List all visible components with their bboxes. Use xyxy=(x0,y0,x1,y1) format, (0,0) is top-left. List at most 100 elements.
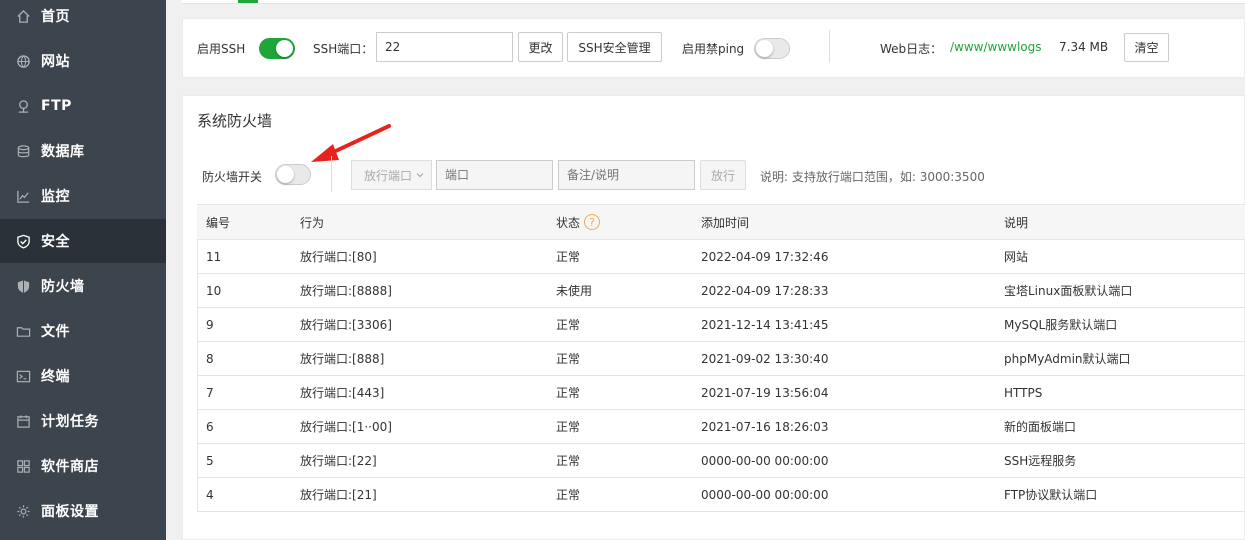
ssh-port-label: SSH端口： xyxy=(313,42,374,56)
globe-icon xyxy=(15,53,31,69)
weblog-path-link[interactable]: /www/wwwlogs xyxy=(950,40,1042,54)
cell-time: 2022-04-09 17:32:46 xyxy=(701,249,829,264)
note-input[interactable] xyxy=(558,160,695,190)
change-port-button[interactable]: 更改 xyxy=(518,32,563,62)
cell-id: 9 xyxy=(206,317,214,332)
cell-note: SSH远程服务 xyxy=(1004,454,1077,468)
weblog-size: 7.34 MB xyxy=(1059,40,1109,54)
table-row: 7 放行端口:[443] 正常 2021-07-19 13:56:04 HTTP… xyxy=(197,376,1245,410)
cell-note: 网站 xyxy=(1004,250,1029,264)
cell-status: 正常 xyxy=(556,250,581,264)
sidebar-item-firewall[interactable]: 防火墙 xyxy=(0,264,166,308)
allow-button[interactable]: 放行 xyxy=(700,160,746,190)
cell-action: 放行端口:[3306] xyxy=(300,318,392,332)
cell-time: 2021-09-02 13:30:40 xyxy=(701,351,829,366)
cell-id: 10 xyxy=(206,283,222,298)
ftp-icon xyxy=(15,98,31,114)
cell-action: 放行端口:[80] xyxy=(300,250,377,264)
cell-note: FTP协议默认端口 xyxy=(1004,488,1098,502)
ssh-port-input[interactable] xyxy=(376,32,513,62)
divider xyxy=(829,30,830,63)
sidebar-item-label: 网站 xyxy=(41,54,70,70)
sidebar-item-label: 计划任务 xyxy=(41,414,99,430)
cell-status: 正常 xyxy=(556,488,581,502)
cell-status: 未使用 xyxy=(556,284,593,298)
ssh-manage-button[interactable]: SSH安全管理 xyxy=(567,32,662,62)
firewall-toggle[interactable] xyxy=(275,164,311,185)
column-header-status: 状态 ? xyxy=(556,205,601,239)
shield-icon xyxy=(15,278,31,294)
sidebar-item-label: 监控 xyxy=(41,189,70,205)
chevron-down-icon xyxy=(416,173,424,178)
sidebar-item-label: 防火墙 xyxy=(41,279,85,295)
help-icon[interactable]: ? xyxy=(584,214,601,230)
panel-title: 系统防火墙 xyxy=(197,112,273,130)
cell-time: 2021-12-14 13:41:45 xyxy=(701,317,829,332)
sidebar-item-label: 终端 xyxy=(41,369,70,385)
ping-label: 启用禁ping xyxy=(682,42,745,56)
cell-time: 0000-00-00 00:00:00 xyxy=(701,487,829,502)
cell-note: phpMyAdmin默认端口 xyxy=(1004,352,1131,366)
table-row: 9 放行端口:[3306] 正常 2021-12-14 13:41:45 MyS… xyxy=(197,308,1245,342)
cell-id: 11 xyxy=(206,249,222,264)
ssh-toggle[interactable] xyxy=(259,38,295,59)
firewall-switch-label: 防火墙开关 xyxy=(202,170,263,184)
ssh-enable-label: 启用SSH xyxy=(197,42,246,56)
firewall-panel: 系统防火墙 防火墙开关 放行端口 放行 说明: 支持放行端口范围，如: 3000… xyxy=(182,95,1245,540)
terminal-icon xyxy=(15,368,31,384)
cell-time: 2021-07-19 13:56:04 xyxy=(701,385,829,400)
ping-toggle[interactable] xyxy=(754,38,790,59)
grid-icon xyxy=(15,458,31,474)
action-select[interactable]: 放行端口 xyxy=(351,160,432,190)
sidebar-item-files[interactable]: 文件 xyxy=(0,309,166,353)
sidebar-item-label: 首页 xyxy=(41,9,70,25)
action-select-value: 放行端口 xyxy=(364,168,413,183)
column-header-action: 行为 xyxy=(300,215,325,230)
cell-action: 放行端口:[1··00] xyxy=(300,420,392,434)
clear-logs-button[interactable]: 清空 xyxy=(1124,33,1169,62)
cell-status: 正常 xyxy=(556,420,581,434)
shield-check-icon xyxy=(15,233,31,249)
table-row: 10 放行端口:[8888] 未使用 2022-04-09 17:28:33 宝… xyxy=(197,274,1245,308)
cell-id: 5 xyxy=(206,453,214,468)
sidebar-item-ftp[interactable]: FTP xyxy=(0,84,166,128)
table-row: 11 放行端口:[80] 正常 2022-04-09 17:32:46 网站 xyxy=(197,240,1245,274)
cell-status: 正常 xyxy=(556,386,581,400)
sidebar-item-store[interactable]: 软件商店 xyxy=(0,444,166,488)
gear-icon xyxy=(15,503,31,519)
sidebar: 首页 网站 FTP 数据库 监控 安全 防火墙 文件 终端 计划任务 软件商店 xyxy=(0,0,166,540)
port-input[interactable] xyxy=(436,160,553,190)
table-row: 5 放行端口:[22] 正常 0000-00-00 00:00:00 SSH远程… xyxy=(197,444,1245,478)
tab-bar xyxy=(182,0,1245,4)
sidebar-item-label: 数据库 xyxy=(41,144,85,160)
sidebar-item-label: 文件 xyxy=(41,324,70,340)
port-range-hint: 说明: 支持放行端口范围，如: 3000:3500 xyxy=(760,170,985,184)
sidebar-item-database[interactable]: 数据库 xyxy=(0,129,166,173)
home-icon xyxy=(15,8,31,24)
calendar-icon xyxy=(15,413,31,429)
table-row: 6 放行端口:[1··00] 正常 2021-07-16 18:26:03 新的… xyxy=(197,410,1245,444)
divider xyxy=(331,156,332,192)
sidebar-item-label: FTP xyxy=(41,98,72,114)
sidebar-item-security[interactable]: 安全 xyxy=(0,219,166,263)
sidebar-item-monitor[interactable]: 监控 xyxy=(0,174,166,218)
cell-note: HTTPS xyxy=(1004,385,1043,400)
main-content: 启用SSH SSH端口： 更改 SSH安全管理 启用禁ping Web日志： /… xyxy=(166,0,1245,540)
cell-id: 6 xyxy=(206,419,214,434)
cell-action: 放行端口:[8888] xyxy=(300,284,392,298)
column-header-time: 添加时间 xyxy=(701,215,750,230)
cell-note: 新的面板端口 xyxy=(1004,420,1077,434)
cell-status: 正常 xyxy=(556,352,581,366)
sidebar-item-website[interactable]: 网站 xyxy=(0,39,166,83)
cell-action: 放行端口:[888] xyxy=(300,352,385,366)
weblog-label: Web日志： xyxy=(880,42,943,56)
sidebar-item-cron[interactable]: 计划任务 xyxy=(0,399,166,443)
sidebar-item-home[interactable]: 首页 xyxy=(0,0,166,38)
sidebar-item-terminal[interactable]: 终端 xyxy=(0,354,166,398)
active-tab-indicator xyxy=(238,0,258,3)
cell-time: 2022-04-09 17:28:33 xyxy=(701,283,829,298)
sidebar-item-settings[interactable]: 面板设置 xyxy=(0,489,166,533)
monitor-icon xyxy=(15,188,31,204)
cell-id: 4 xyxy=(206,487,214,502)
sidebar-item-label: 面板设置 xyxy=(41,504,99,520)
